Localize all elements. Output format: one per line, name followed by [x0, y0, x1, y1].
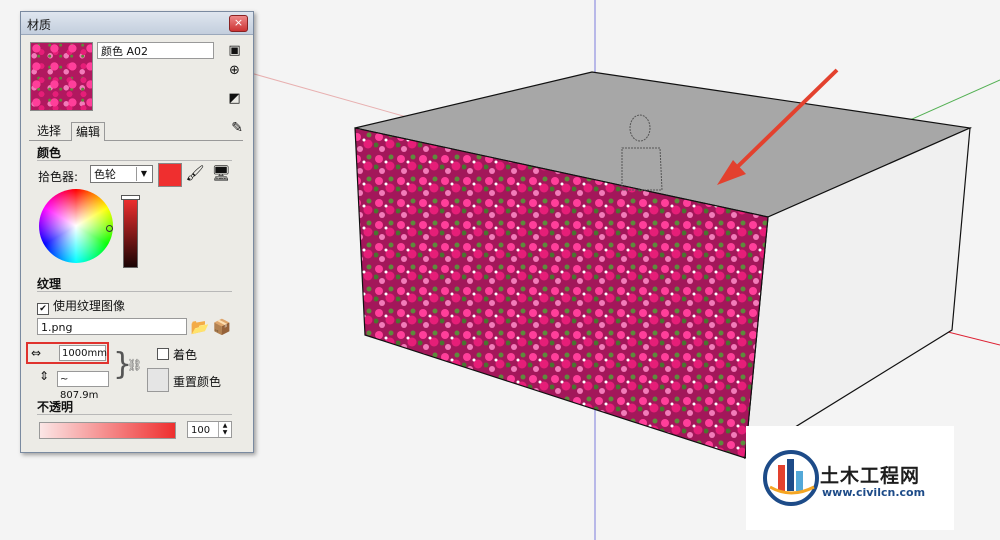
color-wheel-marker[interactable]: [106, 225, 113, 232]
match-color-on-screen-icon[interactable]: 🖥: [211, 163, 231, 183]
color-wheel[interactable]: [39, 189, 113, 263]
title-bar[interactable]: 材质 ×: [21, 12, 253, 35]
checkmark-icon[interactable]: ✔: [37, 303, 49, 315]
browse-texture-icon[interactable]: 📦: [212, 317, 232, 337]
use-texture-checkbox[interactable]: ✔ 使用纹理图像: [37, 297, 125, 315]
reset-color-swatch[interactable]: [147, 368, 169, 392]
texture-section-title: 纹理: [37, 277, 62, 291]
watermark-logo: 土木工程网 www.civilcn.com: [746, 426, 954, 530]
opacity-value: 100: [191, 425, 211, 436]
use-texture-label: 使用纹理图像: [53, 299, 126, 313]
brightness-thumb[interactable]: [121, 195, 140, 200]
display-secondary-icon[interactable]: ▣: [227, 43, 242, 58]
opacity-field[interactable]: 100 ▲ ▼: [187, 421, 232, 438]
divider: [37, 160, 232, 161]
color-swatch[interactable]: [158, 163, 182, 187]
material-panel: 材质 × 颜色 A02 ▣ ⊕ ◩ 选择 编辑 ✎ 颜色 拾色器: 色轮 ▼ 🖌…: [20, 11, 254, 453]
spinner-arrows-icon[interactable]: ▲ ▼: [218, 422, 231, 437]
logo-url: www.civilcn.com: [822, 486, 926, 499]
texture-file-field[interactable]: 1.png: [37, 318, 187, 335]
default-material-icon[interactable]: ◩: [227, 91, 242, 106]
opacity-section-title: 不透明: [37, 400, 74, 414]
color-section-title: 颜色: [37, 146, 62, 160]
colorize-checkbox[interactable]: 着色: [157, 346, 197, 363]
reset-color-label[interactable]: 重置颜色: [173, 373, 221, 390]
picker-select[interactable]: 色轮 ▼: [90, 165, 153, 183]
panel-title: 材质: [27, 18, 52, 32]
eyedropper-icon[interactable]: ✎: [231, 120, 243, 136]
horizontal-arrows-icon: ⇔: [31, 346, 42, 360]
picker-label: 拾色器:: [38, 170, 79, 184]
create-material-icon[interactable]: ⊕: [227, 63, 242, 78]
tab-edit[interactable]: 编辑: [71, 122, 106, 141]
match-color-in-model-icon[interactable]: 🖌: [185, 163, 205, 183]
colorize-label: 着色: [173, 348, 198, 362]
divider: [37, 291, 232, 292]
divider: [37, 414, 232, 415]
texture-height-field[interactable]: ~ 807.9m: [57, 371, 109, 401]
brightness-slider[interactable]: [123, 198, 138, 268]
logo-title: 土木工程网: [820, 465, 921, 487]
close-button[interactable]: ×: [229, 15, 248, 32]
texture-width-field[interactable]: 1000mm: [59, 345, 107, 361]
width-highlight: ⇔ 1000mm: [26, 342, 109, 364]
lock-aspect-chain-icon[interactable]: ⛓: [127, 358, 142, 372]
edit-texture-icon[interactable]: 📂: [190, 317, 210, 337]
vertical-arrows-icon: ⇕: [39, 369, 50, 383]
picker-value: 色轮: [94, 168, 116, 181]
material-name-field[interactable]: 颜色 A02: [97, 42, 214, 59]
opacity-slider[interactable]: [39, 422, 176, 439]
chevron-down-icon[interactable]: ▼: [136, 167, 151, 181]
logo-emblem: [763, 450, 819, 506]
tab-bar: 选择 编辑 ✎: [29, 120, 243, 141]
checkbox-box[interactable]: [157, 348, 169, 360]
material-preview[interactable]: [30, 42, 93, 111]
tab-select[interactable]: 选择: [33, 122, 65, 140]
